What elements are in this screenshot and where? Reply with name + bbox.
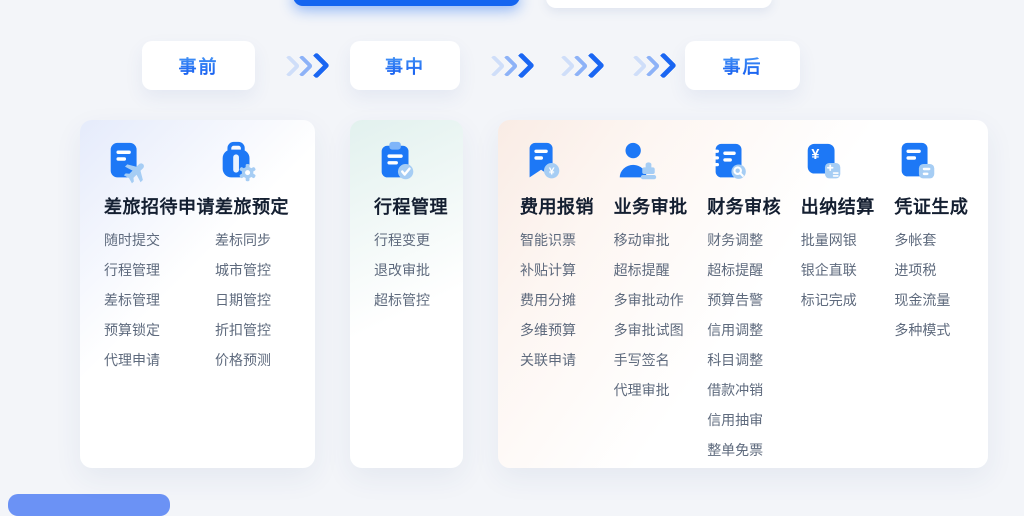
chevron-arrows-icon [556,56,598,75]
feature-item: 随时提交 [104,225,215,255]
top-inactive-tab-partial[interactable] [546,0,772,8]
feature-column-title: 差旅招待申请 [104,193,215,219]
post-stage-card: ¥费用报销智能识票补贴计算费用分摊多维预算关联申请业务审批移动审批超标提醒多审批… [498,120,988,468]
feature-list: 智能识票补贴计算费用分摊多维预算关联申请 [520,225,614,375]
feature-item: 多维预算 [520,315,614,345]
feature-item: 关联申请 [520,345,614,375]
feature-item: 智能识票 [520,225,614,255]
feature-item: 退改审批 [374,255,463,285]
chevron-right-icon [578,52,605,79]
feature-item: 银企直联 [801,255,895,285]
feature-list: 差标同步城市管控日期管控折扣管控价格预测 [215,225,315,375]
feature-item: 差标同步 [215,225,315,255]
stage-button-post-label: 事后 [723,53,763,79]
wallet-calculator-icon: ¥ [801,140,847,186]
feature-column: 凭证生成多帐套进项税现金流量多种模式 [894,140,988,345]
feature-item: 多审批试图 [614,315,708,345]
feature-column-title: 财务审核 [707,193,801,219]
feature-column-title: 凭证生成 [894,193,988,219]
chevron-right-icon [508,52,535,79]
feature-column-title: 费用报销 [520,193,614,219]
bookmark-yuan-icon: ¥ [520,140,566,186]
chevron-arrows-icon [281,56,323,75]
feature-item: 费用分摊 [520,285,614,315]
feature-item: 多帐套 [894,225,988,255]
feature-item: 城市管控 [215,255,315,285]
feature-item: 价格预测 [215,345,315,375]
feature-column-title: 行程管理 [374,193,463,219]
feature-column-title: 业务审批 [614,193,708,219]
feature-list: 财务调整超标提醒预算告警信用调整科目调整借款冲销信用抽审整单免票 [707,225,801,465]
person-stamp-icon [614,140,660,186]
bottom-button-partial[interactable] [8,494,170,516]
chevron-right-icon [303,52,330,79]
feature-item: 预算锁定 [104,315,215,345]
mid-stage-card: 行程管理行程变更退改审批超标管控 [350,120,463,468]
feature-list: 多帐套进项税现金流量多种模式 [894,225,988,345]
feature-item: 补贴计算 [520,255,614,285]
feature-column: ¥ 出纳结算批量网银银企直联标记完成 [801,140,895,315]
feature-column: 财务审核财务调整超标提醒预算告警信用调整科目调整借款冲销信用抽审整单免票 [707,140,801,465]
feature-item: 财务调整 [707,225,801,255]
svg-text:¥: ¥ [811,147,819,163]
chevron-arrows-icon [486,56,528,75]
stage-button-mid[interactable]: 事中 [350,41,460,90]
top-active-tab-partial[interactable] [293,0,520,6]
feature-item: 进项税 [894,255,988,285]
feature-item: 信用调整 [707,315,801,345]
feature-item: 整单免票 [707,435,801,465]
feature-item: 多种模式 [894,315,988,345]
feature-item: 行程变更 [374,225,463,255]
chevron-right-icon [650,52,677,79]
feature-item: 手写签名 [614,345,708,375]
feature-column: 差旅招待申请随时提交行程管理差标管理预算锁定代理申请 [104,140,215,375]
svg-text:¥: ¥ [549,166,555,178]
feature-item: 现金流量 [894,285,988,315]
document-copy-icon [894,140,940,186]
feature-item: 行程管理 [104,255,215,285]
clipboard-check-icon [374,140,420,186]
feature-list: 行程变更退改审批超标管控 [374,225,463,315]
feature-item: 科目调整 [707,345,801,375]
suitcase-gear-icon [215,140,261,186]
pre-stage-card: 差旅招待申请随时提交行程管理差标管理预算锁定代理申请差旅预定差标同步城市管控日期… [80,120,315,468]
feature-item: 差标管理 [104,285,215,315]
feature-item: 日期管控 [215,285,315,315]
feature-item: 超标提醒 [614,255,708,285]
feature-list: 移动审批超标提醒多审批动作多审批试图手写签名代理审批 [614,225,708,405]
feature-item: 信用抽审 [707,405,801,435]
feature-item: 预算告警 [707,285,801,315]
feature-item: 标记完成 [801,285,895,315]
feature-item: 超标管控 [374,285,463,315]
feature-item: 超标提醒 [707,255,801,285]
feature-item: 多审批动作 [614,285,708,315]
feature-item: 移动审批 [614,225,708,255]
feature-list: 批量网银银企直联标记完成 [801,225,895,315]
feature-column: 差旅预定差标同步城市管控日期管控折扣管控价格预测 [215,140,315,375]
stage-button-mid-label: 事中 [385,53,425,79]
feature-item: 代理审批 [614,375,708,405]
feature-item: 代理申请 [104,345,215,375]
feature-item: 批量网银 [801,225,895,255]
document-plane-icon [104,140,150,186]
feature-list: 随时提交行程管理差标管理预算锁定代理申请 [104,225,215,375]
feature-item: 折扣管控 [215,315,315,345]
process-section: 事前 事中 事后 差旅招待申请随时提交行程管理差标管理预算锁定代理申请差旅预定差… [0,0,1024,505]
feature-column: 行程管理行程变更退改审批超标管控 [374,140,463,315]
stage-button-post[interactable]: 事后 [685,41,800,90]
feature-column-title: 出纳结算 [801,193,895,219]
notebook-magnifier-icon [707,140,753,186]
feature-item: 借款冲销 [707,375,801,405]
feature-column: 业务审批移动审批超标提醒多审批动作多审批试图手写签名代理审批 [614,140,708,405]
stage-button-pre-label: 事前 [179,53,219,79]
stage-button-pre[interactable]: 事前 [142,41,255,90]
feature-column-title: 差旅预定 [215,193,315,219]
feature-column: ¥ 费用报销智能识票补贴计算费用分摊多维预算关联申请 [520,140,614,375]
chevron-arrows-icon [628,56,670,75]
